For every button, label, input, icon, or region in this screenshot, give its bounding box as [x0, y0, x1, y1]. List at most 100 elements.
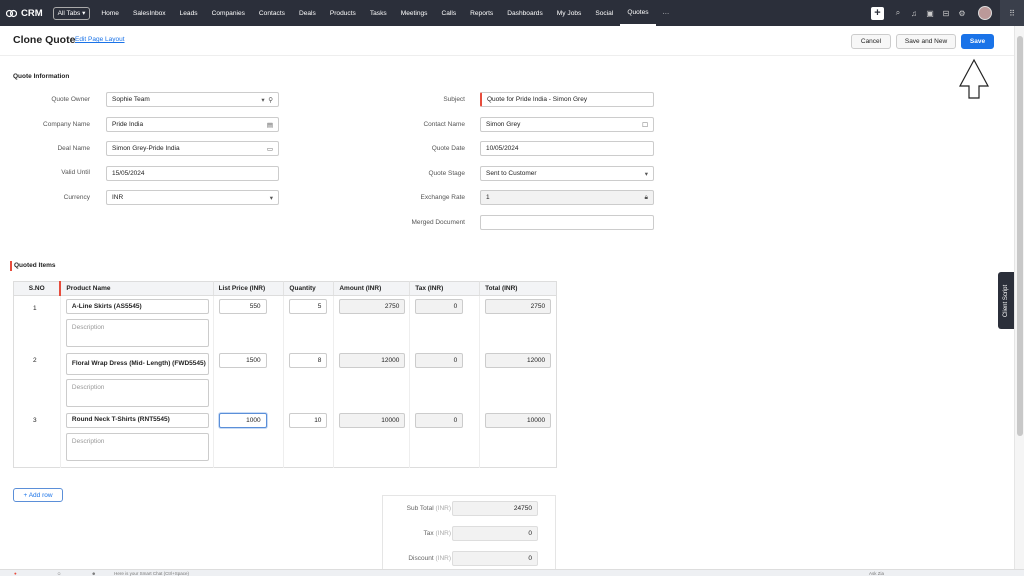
- edit-page-layout-link[interactable]: Edit Page Layout: [75, 36, 125, 43]
- nav-tab-salesinbox[interactable]: SalesInbox: [126, 0, 173, 26]
- sub-total-value: 24750: [452, 501, 538, 516]
- nav-tab-reports[interactable]: Reports: [463, 0, 500, 26]
- create-plus-icon[interactable]: +: [871, 6, 884, 20]
- currency-unit: (INR): [435, 505, 451, 512]
- quote-owner-label: Quote Owner: [51, 96, 90, 103]
- merged-document-field[interactable]: [480, 215, 654, 230]
- add-row-button[interactable]: + Add row: [13, 488, 63, 502]
- quote-date-field[interactable]: 10/05/2024: [480, 141, 654, 156]
- nav-tab-calls[interactable]: Calls: [434, 0, 463, 26]
- deal-name-field[interactable]: Simon Grey-Pride India ▭: [106, 141, 279, 156]
- nav-tab-deals[interactable]: Deals: [292, 0, 323, 26]
- sub-total-label-text: Sub Total: [406, 505, 434, 512]
- nav-tab-companies[interactable]: Companies: [205, 0, 252, 26]
- tax-input[interactable]: 0: [415, 299, 464, 314]
- nav-tab-tasks[interactable]: Tasks: [363, 0, 394, 26]
- nav-tab-social[interactable]: Social: [588, 0, 620, 26]
- smart-chat-input[interactable]: Here is your Smart Chat (Ctrl+Space): [114, 571, 189, 576]
- total-value: 12000: [485, 352, 552, 368]
- list-price-input[interactable]: 1000: [218, 412, 267, 428]
- notification-icon[interactable]: ●: [14, 571, 17, 576]
- owner-lookup-icon[interactable]: ▾ ⚲: [261, 96, 273, 104]
- nav-tab-my-jobs[interactable]: My Jobs: [550, 0, 589, 26]
- save-and-new-button[interactable]: Save and New: [896, 34, 956, 49]
- currency-select[interactable]: INR ▾: [106, 190, 279, 205]
- deal-lookup-icon[interactable]: ▭: [267, 145, 273, 153]
- currency-unit: (INR): [435, 555, 451, 562]
- tax-input[interactable]: 0: [415, 352, 464, 368]
- contact-lookup-icon[interactable]: ☐: [642, 121, 648, 129]
- cancel-button[interactable]: Cancel: [851, 34, 891, 49]
- product-name-field[interactable]: Round Neck T-Shirts (RNT5545): [65, 412, 209, 428]
- column-header: S.NO: [13, 281, 61, 296]
- gear-icon[interactable]: ⚙: [954, 9, 970, 18]
- sno-cell: 3: [13, 411, 61, 468]
- total-cell: 12000: [480, 352, 557, 412]
- nav-tab-contacts[interactable]: Contacts: [252, 0, 292, 26]
- description-textarea[interactable]: Description: [65, 319, 209, 347]
- description-textarea[interactable]: Description: [65, 432, 209, 461]
- list-price-input[interactable]: 550: [218, 299, 267, 314]
- calendar-icon[interactable]: ▣: [922, 9, 938, 18]
- more-tabs-icon[interactable]: ···: [656, 0, 677, 26]
- tax-value[interactable]: 0: [452, 526, 538, 541]
- discount-label-text: Discount: [408, 555, 434, 562]
- contacts-icon[interactable]: ☻: [91, 571, 96, 576]
- company-lookup-icon[interactable]: ▤: [267, 121, 273, 129]
- quote-owner-select[interactable]: Sophie Team ▾ ⚲: [106, 92, 279, 107]
- all-tabs-dropdown[interactable]: All Tabs ▾: [52, 6, 91, 20]
- amount-cell: 12000: [333, 351, 411, 412]
- quantity-input[interactable]: 10: [289, 412, 328, 428]
- nav-tab-dashboards[interactable]: Dashboards: [500, 0, 550, 26]
- nav-tab-leads[interactable]: Leads: [173, 0, 205, 26]
- quote-stage-select[interactable]: Sent to Customer ▾: [480, 166, 654, 181]
- quote-stage-label: Quote Stage: [428, 170, 466, 177]
- quoted-items-table: S.NO Product Name List Price (INR) Quant…: [13, 281, 557, 468]
- ask-zia-button[interactable]: Ask Zia: [869, 571, 884, 576]
- tax-input[interactable]: 0: [415, 412, 464, 428]
- quantity-cell: 8: [283, 351, 335, 412]
- nav-tab-meetings[interactable]: Meetings: [394, 0, 435, 26]
- total-cell: 2750: [480, 296, 557, 352]
- chat-icon[interactable]: ☺: [57, 571, 62, 576]
- client-script-tab[interactable]: Client Script: [998, 272, 1014, 329]
- product-name-field[interactable]: Floral Wrap Dress (Mid- Length) (FWD5545…: [65, 352, 209, 375]
- tax-label: Tax (INR): [371, 530, 451, 537]
- nav-tab-quotes[interactable]: Quotes: [620, 0, 656, 26]
- description-textarea[interactable]: Description: [65, 378, 209, 407]
- app-name: CRM: [21, 7, 43, 19]
- vertical-scrollbar[interactable]: [1014, 26, 1024, 570]
- discount-value[interactable]: 0: [452, 551, 538, 566]
- amount-value: 12000: [339, 352, 406, 368]
- valid-until-field[interactable]: 15/05/2024: [106, 166, 279, 181]
- lock-icon: 🔒︎: [644, 194, 648, 201]
- quantity-input[interactable]: 5: [289, 299, 328, 314]
- nav-tab-home[interactable]: Home: [94, 0, 126, 26]
- crm-logo[interactable]: CRM: [6, 8, 43, 19]
- product-name-field[interactable]: A-Line Skirts (AS5545): [65, 299, 209, 314]
- apps-grid-icon[interactable]: ⠿: [1000, 0, 1024, 26]
- chevron-down-icon: ▾: [269, 195, 273, 202]
- search-icon[interactable]: ⌕: [890, 8, 906, 18]
- row-number: 2: [33, 356, 37, 364]
- bell-icon[interactable]: ♫: [906, 9, 922, 18]
- quote-information-heading: Quote Information: [13, 73, 70, 80]
- save-button[interactable]: Save: [961, 34, 994, 49]
- scrollbar-thumb[interactable]: [1017, 36, 1023, 436]
- column-header: Quantity: [283, 281, 335, 296]
- page-title: Clone Quote: [13, 34, 76, 46]
- list-price-input[interactable]: 1500: [218, 352, 267, 368]
- nav-tab-products[interactable]: Products: [323, 0, 363, 26]
- column-header: Product Name: [59, 281, 214, 296]
- bottom-bar: ● ☺ ☻ Here is your Smart Chat (Ctrl+Spac…: [0, 569, 1024, 576]
- sno-cell: 2: [13, 351, 61, 412]
- valid-until-label: Valid Until: [61, 169, 90, 176]
- required-marker: [10, 261, 12, 271]
- marketplace-icon[interactable]: ⊟: [938, 9, 954, 18]
- subject-field[interactable]: Quote for Pride India - Simon Grey: [480, 92, 654, 107]
- contact-name-field[interactable]: Simon Grey ☐: [480, 117, 654, 132]
- quantity-input[interactable]: 8: [289, 352, 328, 368]
- quote-owner-value: Sophie Team: [112, 96, 150, 103]
- avatar[interactable]: [978, 6, 992, 20]
- company-name-field[interactable]: Pride India ▤: [106, 117, 279, 132]
